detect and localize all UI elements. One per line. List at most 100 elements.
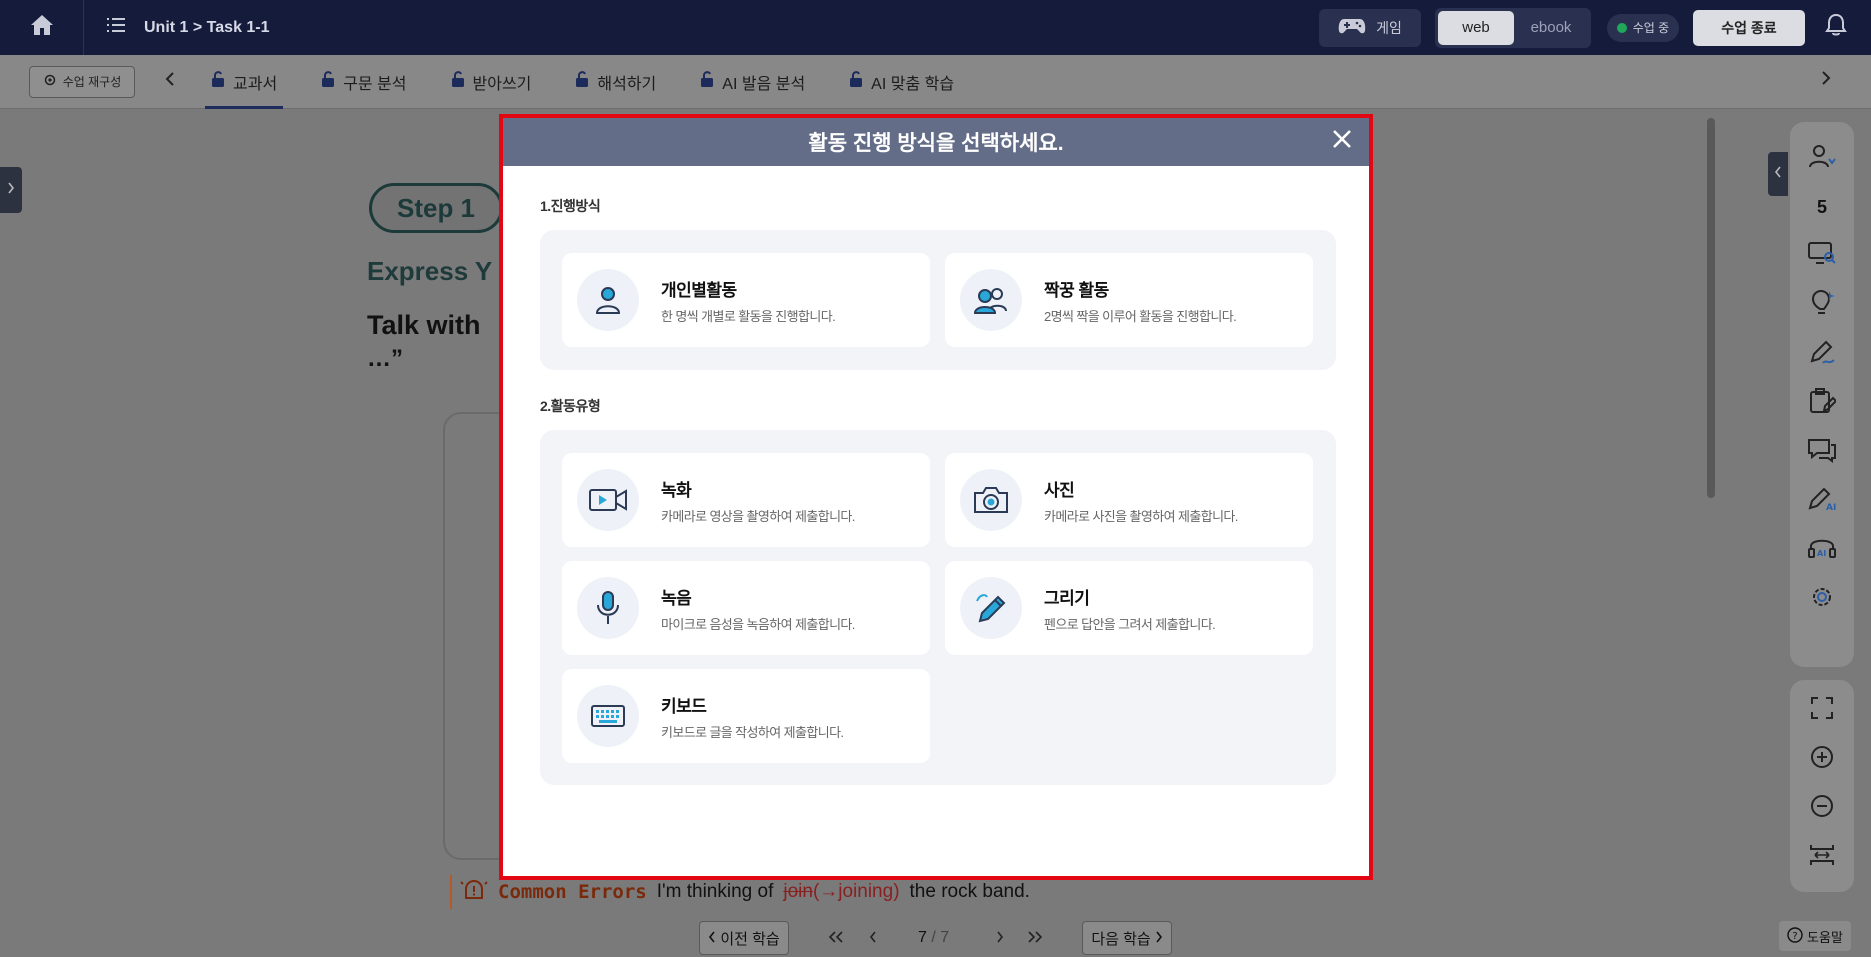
section-heading: Express Y bbox=[367, 256, 493, 286]
live-label: 수업 중 bbox=[1632, 21, 1670, 35]
ai-speaking-button[interactable]: AI bbox=[1806, 534, 1838, 566]
option-video-recording[interactable]: 녹화 카메라로 영상을 촬영하여 제출합니다. bbox=[562, 453, 930, 547]
option-description: 카메라로 사진을 촬영하여 제출합니다. bbox=[1044, 508, 1238, 524]
chevron-left-icon bbox=[1774, 165, 1782, 183]
option-title: 짝꿍 활동 bbox=[1044, 280, 1109, 300]
tab-label: 교과서 bbox=[233, 75, 278, 93]
tab-next-button[interactable] bbox=[1821, 70, 1831, 91]
end-class-button[interactable]: 수업 종료 bbox=[1693, 9, 1805, 46]
option-pair-activity[interactable]: 짝꿍 활동 2명씩 짝을 이루어 활동을 진행합니다. bbox=[945, 253, 1313, 347]
option-drawing[interactable]: 그리기 펜으로 답안을 그려서 제출합니다. bbox=[945, 561, 1313, 655]
option-keyboard[interactable]: 키보드 키보드로 글을 작성하여 제출합니다. bbox=[562, 669, 930, 763]
notification-button[interactable] bbox=[1823, 13, 1849, 42]
camera-icon bbox=[960, 469, 1022, 531]
zoom-out-button[interactable] bbox=[1806, 792, 1838, 824]
fit-width-button[interactable] bbox=[1806, 841, 1838, 873]
pen-button[interactable] bbox=[1806, 338, 1838, 370]
ebook-mode-button[interactable]: ebook bbox=[1514, 11, 1588, 45]
next-page-button[interactable] bbox=[985, 921, 1015, 955]
total-pages: / 7 bbox=[931, 929, 950, 946]
error-correction: (→joining) bbox=[812, 881, 900, 902]
option-audio-recording[interactable]: 녹음 마이크로 음성을 녹음하여 제출합니다. bbox=[562, 561, 930, 655]
screen-monitor-button[interactable] bbox=[1806, 240, 1838, 272]
prev-lesson-button[interactable]: 이전 학습 bbox=[699, 921, 789, 955]
option-description: 키보드로 글을 작성하여 제출합니다. bbox=[661, 724, 844, 740]
view-tool-rail bbox=[1790, 680, 1854, 892]
option-photo[interactable]: 사진 카메라로 사진을 촬영하여 제출합니다. bbox=[945, 453, 1313, 547]
rebuild-label: 수업 재구성 bbox=[62, 75, 122, 89]
chevron-left-icon bbox=[869, 930, 877, 947]
students-button[interactable] bbox=[1806, 142, 1838, 174]
common-errors-label: Common Errors bbox=[498, 881, 647, 903]
error-struck-word: join bbox=[783, 881, 813, 902]
tab-syntax-analysis[interactable]: 구문 분석 bbox=[315, 55, 412, 109]
ai-pen-icon: AI bbox=[1807, 486, 1837, 517]
game-label: 게임 bbox=[1376, 19, 1402, 36]
last-page-button[interactable] bbox=[1020, 921, 1050, 955]
prev-page-button[interactable] bbox=[858, 921, 888, 955]
chat-button[interactable] bbox=[1806, 436, 1838, 468]
chevron-right-icon bbox=[996, 930, 1004, 947]
option-description: 카메라로 영상을 촬영하여 제출합니다. bbox=[661, 508, 855, 524]
double-chevron-right-icon bbox=[1027, 930, 1043, 947]
tab-interpretation[interactable]: 해석하기 bbox=[569, 55, 662, 109]
pen-icon bbox=[1808, 339, 1836, 370]
current-page: 7 bbox=[918, 929, 927, 946]
unlock-icon bbox=[211, 71, 225, 92]
menu-button[interactable] bbox=[96, 0, 136, 55]
zoom-in-button[interactable] bbox=[1806, 743, 1838, 775]
web-mode-button[interactable]: web bbox=[1438, 10, 1514, 45]
ai-writing-button[interactable]: AI bbox=[1806, 485, 1838, 517]
tab-prev-button[interactable] bbox=[155, 71, 185, 92]
idea-button[interactable] bbox=[1806, 289, 1838, 321]
right-panel-toggle[interactable] bbox=[1768, 152, 1788, 196]
top-bar: Unit 1 > Task 1-1 게임 web ebook 수업 중 수업 종… bbox=[0, 0, 1871, 55]
tab-ai-pronunciation[interactable]: AI 발음 분석 bbox=[694, 55, 811, 109]
bell-icon bbox=[1825, 13, 1847, 42]
content-scrollbar[interactable] bbox=[1707, 118, 1715, 498]
prev-lesson-label: 이전 학습 bbox=[720, 930, 780, 948]
keyboard-icon bbox=[577, 685, 639, 747]
option-title: 녹음 bbox=[661, 588, 692, 608]
assignment-button[interactable] bbox=[1806, 387, 1838, 419]
view-mode-toggle: web ebook bbox=[1435, 7, 1591, 48]
rebuild-class-button[interactable]: 수업 재구성 bbox=[29, 65, 135, 98]
content-card bbox=[443, 412, 503, 860]
chevron-left-icon bbox=[165, 71, 175, 92]
svg-text:AI: AI bbox=[1817, 549, 1826, 558]
game-button[interactable]: 게임 bbox=[1319, 8, 1421, 47]
unlock-icon bbox=[700, 71, 714, 92]
help-label: 도움말 bbox=[1807, 929, 1843, 945]
chat-icon bbox=[1807, 437, 1837, 468]
tool-rail: 5 AI AI bbox=[1790, 122, 1854, 667]
option-title: 사진 bbox=[1044, 480, 1075, 500]
bottom-navigation: 이전 학습 7 / 7 다음 학습 ? 도움말 bbox=[0, 921, 1871, 957]
fullscreen-button[interactable] bbox=[1806, 694, 1838, 726]
first-page-button[interactable] bbox=[821, 921, 851, 955]
chevron-right-icon bbox=[1821, 71, 1831, 90]
fullscreen-icon bbox=[1810, 696, 1834, 725]
type-options-panel: 녹화 카메라로 영상을 촬영하여 제출합니다. 사진 카메라로 사진을 촬영하여… bbox=[540, 430, 1336, 785]
next-lesson-label: 다음 학습 bbox=[1091, 930, 1151, 948]
top-right-controls: 게임 web ebook 수업 중 수업 종료 bbox=[1319, 0, 1871, 55]
next-lesson-button[interactable]: 다음 학습 bbox=[1082, 921, 1172, 955]
tab-ai-custom-learning[interactable]: AI 맞춤 학습 bbox=[843, 55, 960, 109]
dialog-header: 활동 진행 방식을 선택하세요. bbox=[503, 118, 1369, 166]
chevron-right-icon bbox=[7, 181, 15, 199]
unlock-icon bbox=[849, 71, 863, 92]
breadcrumb: Unit 1 > Task 1-1 bbox=[144, 18, 270, 36]
pencil-icon bbox=[960, 577, 1022, 639]
home-button[interactable] bbox=[0, 0, 84, 55]
option-individual-activity[interactable]: 개인별활동 한 명씩 개별로 활동을 진행합니다. bbox=[562, 253, 930, 347]
question-icon: ? bbox=[1787, 926, 1803, 946]
tab-label: 해석하기 bbox=[597, 75, 657, 93]
tab-textbook[interactable]: 교과서 bbox=[205, 55, 284, 109]
help-button[interactable]: ? 도움말 bbox=[1779, 921, 1851, 951]
gear-icon bbox=[43, 73, 57, 90]
left-panel-toggle[interactable] bbox=[0, 167, 22, 213]
tab-dictation[interactable]: 받아쓰기 bbox=[445, 55, 538, 109]
close-button[interactable] bbox=[1331, 129, 1353, 152]
settings-button[interactable] bbox=[1806, 583, 1838, 615]
error-sentence-start: I'm thinking of bbox=[656, 881, 774, 902]
zoom-out-icon bbox=[1810, 794, 1834, 823]
